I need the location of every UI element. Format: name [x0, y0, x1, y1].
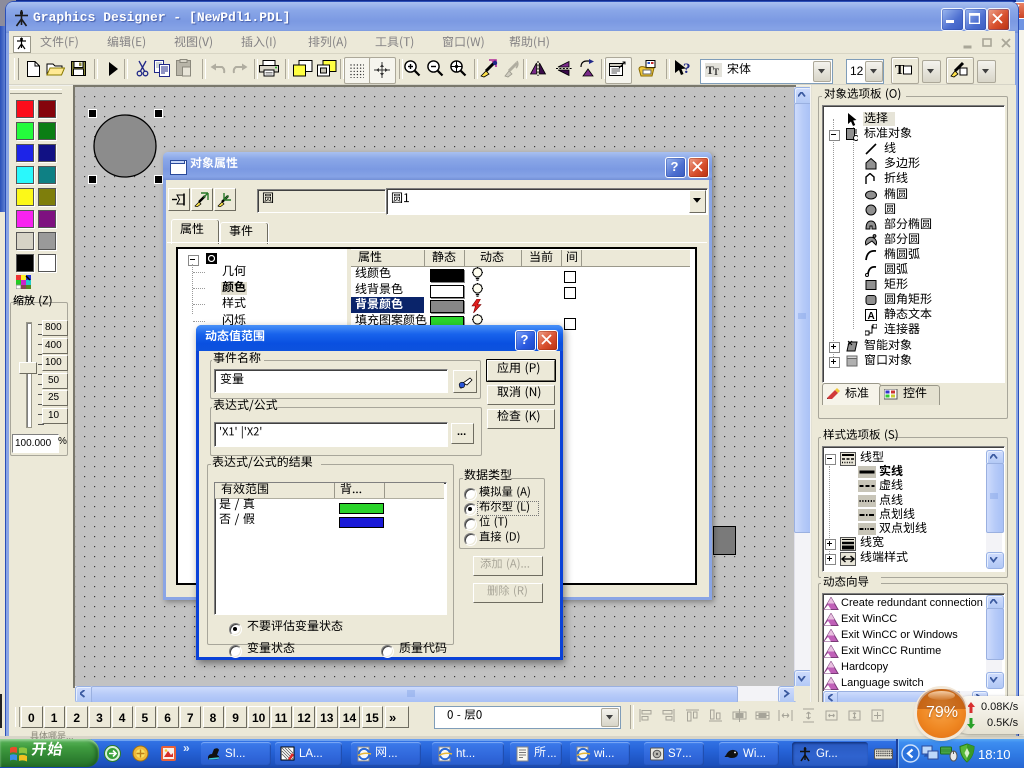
- svg-text:?: ?: [683, 61, 691, 77]
- svg-text:T: T: [713, 67, 719, 77]
- svg-text:A: A: [868, 311, 875, 322]
